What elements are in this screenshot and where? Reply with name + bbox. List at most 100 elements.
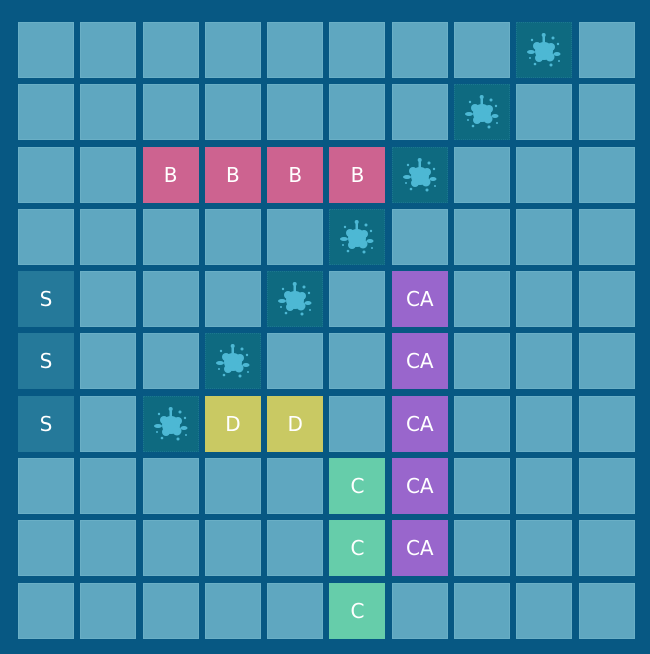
board-cell-water[interactable] — [454, 333, 511, 390]
board-cell-water[interactable] — [578, 208, 635, 265]
board-cell-water[interactable] — [454, 208, 511, 265]
board-cell-water[interactable] — [204, 84, 261, 141]
board-cell-water[interactable] — [142, 22, 199, 78]
board-cell-water[interactable] — [329, 84, 386, 141]
board-cell-water[interactable] — [267, 84, 324, 141]
board-cell-water[interactable] — [578, 333, 635, 390]
board-cell-water[interactable] — [80, 582, 137, 639]
board-cell-water[interactable] — [80, 395, 137, 452]
board-cell-water[interactable] — [516, 84, 573, 141]
board-cell-water[interactable] — [578, 84, 635, 141]
board-cell-water[interactable] — [267, 208, 324, 265]
board-cell-water[interactable] — [516, 271, 573, 328]
board-cell-miss[interactable] — [142, 395, 199, 452]
board-cell-ship-s[interactable]: S — [18, 271, 74, 328]
board-cell-miss[interactable] — [391, 146, 448, 203]
board-cell-water[interactable] — [329, 22, 386, 78]
board-cell-water[interactable] — [578, 582, 635, 639]
board-cell-water[interactable] — [18, 84, 74, 141]
board-cell-ship-ca[interactable]: CA — [391, 520, 448, 577]
board-cell-water[interactable] — [329, 333, 386, 390]
board-cell-water[interactable] — [142, 520, 199, 577]
board-cell-water[interactable] — [204, 582, 261, 639]
board-cell-water[interactable] — [142, 84, 199, 141]
board-cell-water[interactable] — [80, 208, 137, 265]
board-cell-water[interactable] — [454, 146, 511, 203]
board-cell-ship-c[interactable]: C — [329, 520, 386, 577]
board-cell-water[interactable] — [267, 458, 324, 515]
board-cell-water[interactable] — [516, 208, 573, 265]
board-cell-water[interactable] — [267, 333, 324, 390]
board-cell-water[interactable] — [142, 271, 199, 328]
board-cell-water[interactable] — [391, 84, 448, 141]
board-cell-miss[interactable] — [204, 333, 261, 390]
board-cell-water[interactable] — [454, 458, 511, 515]
board-cell-water[interactable] — [516, 458, 573, 515]
board-cell-water[interactable] — [578, 146, 635, 203]
board-cell-water[interactable] — [80, 146, 137, 203]
board-cell-water[interactable] — [267, 582, 324, 639]
board-cell-water[interactable] — [454, 395, 511, 452]
board-cell-water[interactable] — [18, 520, 74, 577]
board-cell-ship-b[interactable]: B — [204, 146, 261, 203]
board-cell-water[interactable] — [142, 582, 199, 639]
board-cell-water[interactable] — [18, 582, 74, 639]
board-cell-water[interactable] — [80, 22, 137, 78]
board-cell-water[interactable] — [142, 208, 199, 265]
board-cell-water[interactable] — [454, 271, 511, 328]
board-cell-ship-d[interactable]: D — [267, 395, 324, 452]
board-cell-water[interactable] — [329, 395, 386, 452]
board-cell-water[interactable] — [80, 271, 137, 328]
board-cell-water[interactable] — [578, 395, 635, 452]
board-cell-water[interactable] — [80, 84, 137, 141]
board-cell-ship-b[interactable]: B — [142, 146, 199, 203]
board-cell-water[interactable] — [80, 520, 137, 577]
board-cell-water[interactable] — [204, 208, 261, 265]
board-cell-water[interactable] — [516, 520, 573, 577]
board-cell-water[interactable] — [142, 458, 199, 515]
board-cell-water[interactable] — [391, 582, 448, 639]
board-cell-water[interactable] — [80, 333, 137, 390]
board-cell-water[interactable] — [18, 458, 74, 515]
board-cell-water[interactable] — [578, 458, 635, 515]
board-cell-water[interactable] — [18, 146, 74, 203]
board-cell-water[interactable] — [391, 22, 448, 78]
board-cell-water[interactable] — [516, 395, 573, 452]
board-cell-water[interactable] — [516, 146, 573, 203]
board-cell-ship-b[interactable]: B — [267, 146, 324, 203]
board-cell-water[interactable] — [204, 520, 261, 577]
board-cell-water[interactable] — [578, 22, 635, 78]
board-cell-water[interactable] — [391, 208, 448, 265]
board-cell-ship-d[interactable]: D — [204, 395, 261, 452]
board-cell-water[interactable] — [204, 22, 261, 78]
board-cell-ship-s[interactable]: S — [18, 395, 74, 452]
board-cell-water[interactable] — [516, 582, 573, 639]
board-cell-ship-b[interactable]: B — [329, 146, 386, 203]
board-cell-ship-c[interactable]: C — [329, 582, 386, 639]
board-cell-water[interactable] — [18, 22, 74, 78]
board-cell-ship-ca[interactable]: CA — [391, 271, 448, 328]
board-cell-water[interactable] — [267, 520, 324, 577]
board-cell-miss[interactable] — [454, 84, 511, 141]
board-cell-miss[interactable] — [516, 22, 573, 78]
board-cell-water[interactable] — [204, 271, 261, 328]
board-cell-ship-ca[interactable]: CA — [391, 458, 448, 515]
board-cell-water[interactable] — [454, 22, 511, 78]
board-cell-ship-s[interactable]: S — [18, 333, 74, 390]
board-cell-ship-c[interactable]: C — [329, 458, 386, 515]
board-cell-ship-ca[interactable]: CA — [391, 333, 448, 390]
board-cell-water[interactable] — [267, 22, 324, 78]
board-cell-water[interactable] — [18, 208, 74, 265]
board-cell-water[interactable] — [578, 520, 635, 577]
board-cell-miss[interactable] — [267, 271, 324, 328]
board-cell-water[interactable] — [80, 458, 137, 515]
board-cell-water[interactable] — [578, 271, 635, 328]
board-cell-water[interactable] — [454, 582, 511, 639]
board-cell-water[interactable] — [142, 333, 199, 390]
board-cell-water[interactable] — [516, 333, 573, 390]
board-cell-water[interactable] — [329, 271, 386, 328]
board-cell-miss[interactable] — [329, 208, 386, 265]
board-cell-ship-ca[interactable]: CA — [391, 395, 448, 452]
board-cell-water[interactable] — [204, 458, 261, 515]
board-cell-water[interactable] — [454, 520, 511, 577]
